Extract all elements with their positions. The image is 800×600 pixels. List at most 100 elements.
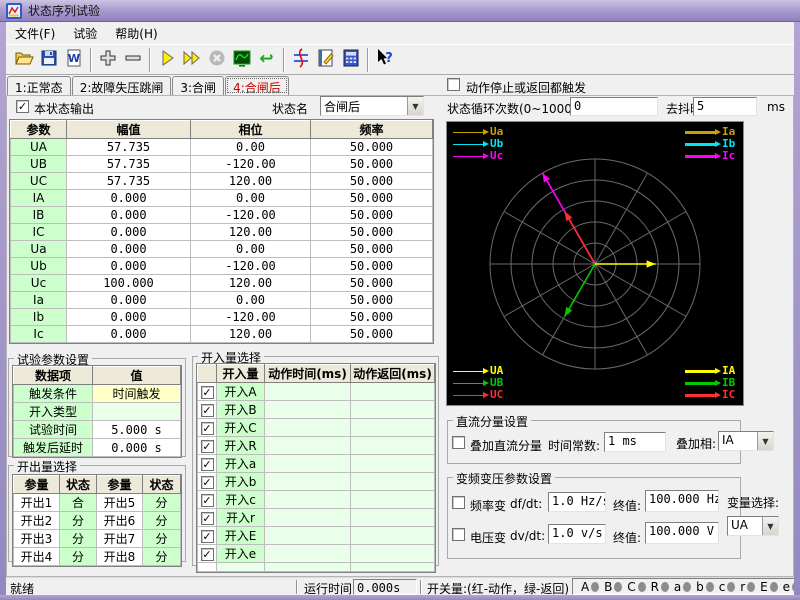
value-cell[interactable]: 57.735 — [67, 139, 191, 156]
undo-button[interactable]: ↩ — [254, 47, 279, 73]
help-button[interactable]: ? — [372, 47, 397, 73]
trigger-mode-checkbox[interactable] — [447, 78, 460, 91]
save-button[interactable] — [36, 47, 61, 73]
tab-1[interactable]: 1:正常态 — [7, 76, 71, 95]
chevron-down-icon[interactable]: ▼ — [407, 97, 423, 115]
ret-time-cell[interactable] — [351, 455, 435, 473]
value-cell[interactable]: 50.000 — [311, 241, 433, 258]
var-select[interactable]: UA ▼ — [727, 516, 779, 536]
value-cell[interactable]: 0.000 — [67, 207, 191, 224]
act-time-cell[interactable] — [265, 437, 351, 455]
ret-time-cell[interactable] — [351, 419, 435, 437]
value-cell[interactable]: 50.000 — [311, 309, 433, 326]
dfdt-input[interactable]: 1.0 Hz/s — [548, 492, 606, 512]
run-button[interactable] — [154, 47, 179, 73]
ret-time-cell[interactable] — [351, 473, 435, 491]
state-output-checkbox[interactable] — [16, 100, 29, 113]
menu-item-0[interactable]: 文件(F) — [6, 23, 64, 44]
value-cell[interactable]: 5.000 s — [93, 421, 181, 439]
value-cell[interactable]: 120.00 — [191, 275, 311, 292]
act-time-cell[interactable] — [265, 491, 351, 509]
status-cell[interactable]: 分 — [143, 548, 181, 566]
waveform-display-button[interactable] — [229, 47, 254, 73]
act-time-cell[interactable] — [265, 401, 351, 419]
value-cell[interactable]: 0.000 s — [93, 439, 181, 457]
ret-time-cell[interactable] — [351, 491, 435, 509]
value-cell[interactable] — [93, 403, 181, 421]
debounce-input[interactable]: 5 — [693, 97, 757, 116]
volt-end-input[interactable]: 100.000 V — [645, 522, 719, 544]
value-cell[interactable]: 0.00 — [191, 241, 311, 258]
value-cell[interactable]: 0.000 — [67, 292, 191, 309]
ret-time-cell[interactable] — [351, 383, 435, 401]
vector-graph-button[interactable] — [288, 47, 313, 73]
input-row-checkbox[interactable] — [201, 404, 214, 417]
status-cell[interactable]: 分 — [60, 512, 97, 530]
act-time-cell[interactable] — [265, 527, 351, 545]
stop-button[interactable] — [204, 47, 229, 73]
value-cell[interactable]: 100.000 — [67, 275, 191, 292]
input-row-checkbox[interactable] — [201, 386, 214, 399]
input-row-checkbox[interactable] — [201, 458, 214, 471]
input-row-checkbox[interactable] — [201, 530, 214, 543]
value-cell[interactable]: -120.00 — [191, 156, 311, 173]
value-cell[interactable]: 50.000 — [311, 173, 433, 190]
remove-state-button[interactable] — [120, 47, 145, 73]
status-cell[interactable]: 分 — [60, 530, 97, 548]
status-cell[interactable]: 分 — [143, 530, 181, 548]
status-cell[interactable]: 分 — [143, 494, 181, 512]
title-bar[interactable]: 状态序列试验 — [0, 0, 800, 22]
chevron-down-icon[interactable]: ▼ — [762, 517, 778, 535]
ret-time-cell[interactable] — [351, 401, 435, 419]
dvdt-input[interactable]: 1.0 v/s — [548, 524, 606, 544]
export-word-button[interactable]: W — [61, 47, 86, 73]
input-row-checkbox[interactable] — [201, 548, 214, 561]
tab-4[interactable]: 4:合闸后 — [225, 76, 289, 95]
freq-end-input[interactable]: 100.000 Hz — [645, 490, 719, 512]
calculator-button[interactable] — [338, 47, 363, 73]
value-cell[interactable]: 57.735 — [67, 156, 191, 173]
value-cell[interactable]: 50.000 — [311, 156, 433, 173]
value-cell[interactable]: -120.00 — [191, 309, 311, 326]
value-cell[interactable]: 120.00 — [191, 224, 311, 241]
value-cell[interactable]: 50.000 — [311, 326, 433, 343]
ret-time-cell[interactable] — [351, 437, 435, 455]
menu-item-2[interactable]: 帮助(H) — [106, 23, 166, 44]
ret-time-cell[interactable] — [351, 545, 435, 563]
run-continuous-button[interactable] — [179, 47, 204, 73]
add-state-button[interactable] — [95, 47, 120, 73]
act-time-cell[interactable] — [265, 455, 351, 473]
value-cell[interactable]: 0.000 — [67, 326, 191, 343]
status-cell[interactable]: 分 — [143, 512, 181, 530]
act-time-cell[interactable] — [265, 473, 351, 491]
value-cell[interactable]: 0.000 — [67, 241, 191, 258]
value-cell[interactable]: 50.000 — [311, 258, 433, 275]
act-time-cell[interactable] — [265, 419, 351, 437]
ret-time-cell[interactable] — [351, 509, 435, 527]
value-cell[interactable]: 50.000 — [311, 190, 433, 207]
act-time-cell[interactable] — [265, 509, 351, 527]
value-cell[interactable]: -120.00 — [191, 207, 311, 224]
value-cell[interactable]: 时间触发 — [93, 385, 181, 403]
dc-tc-input[interactable]: 1 ms — [604, 432, 666, 452]
act-time-cell[interactable] — [265, 383, 351, 401]
value-cell[interactable]: 0.00 — [191, 292, 311, 309]
value-cell[interactable]: 50.000 — [311, 275, 433, 292]
chevron-down-icon[interactable]: ▼ — [757, 432, 773, 450]
input-row-checkbox[interactable] — [201, 512, 214, 525]
freq-change-checkbox[interactable] — [452, 496, 465, 509]
dc-superpose-checkbox[interactable] — [452, 436, 465, 449]
state-name-select[interactable]: 合闸后 ▼ — [320, 96, 424, 116]
value-cell[interactable]: 120.00 — [191, 326, 311, 343]
value-cell[interactable]: 0.000 — [67, 258, 191, 275]
value-cell[interactable]: 0.00 — [191, 139, 311, 156]
value-cell[interactable]: 50.000 — [311, 207, 433, 224]
value-cell[interactable]: 50.000 — [311, 139, 433, 156]
status-cell[interactable]: 分 — [60, 548, 97, 566]
act-time-cell[interactable] — [265, 545, 351, 563]
loop-count-input[interactable]: 0 — [570, 97, 658, 116]
value-cell[interactable]: 120.00 — [191, 173, 311, 190]
input-row-checkbox[interactable] — [201, 476, 214, 489]
input-row-checkbox[interactable] — [201, 422, 214, 435]
value-cell[interactable]: 0.000 — [67, 224, 191, 241]
